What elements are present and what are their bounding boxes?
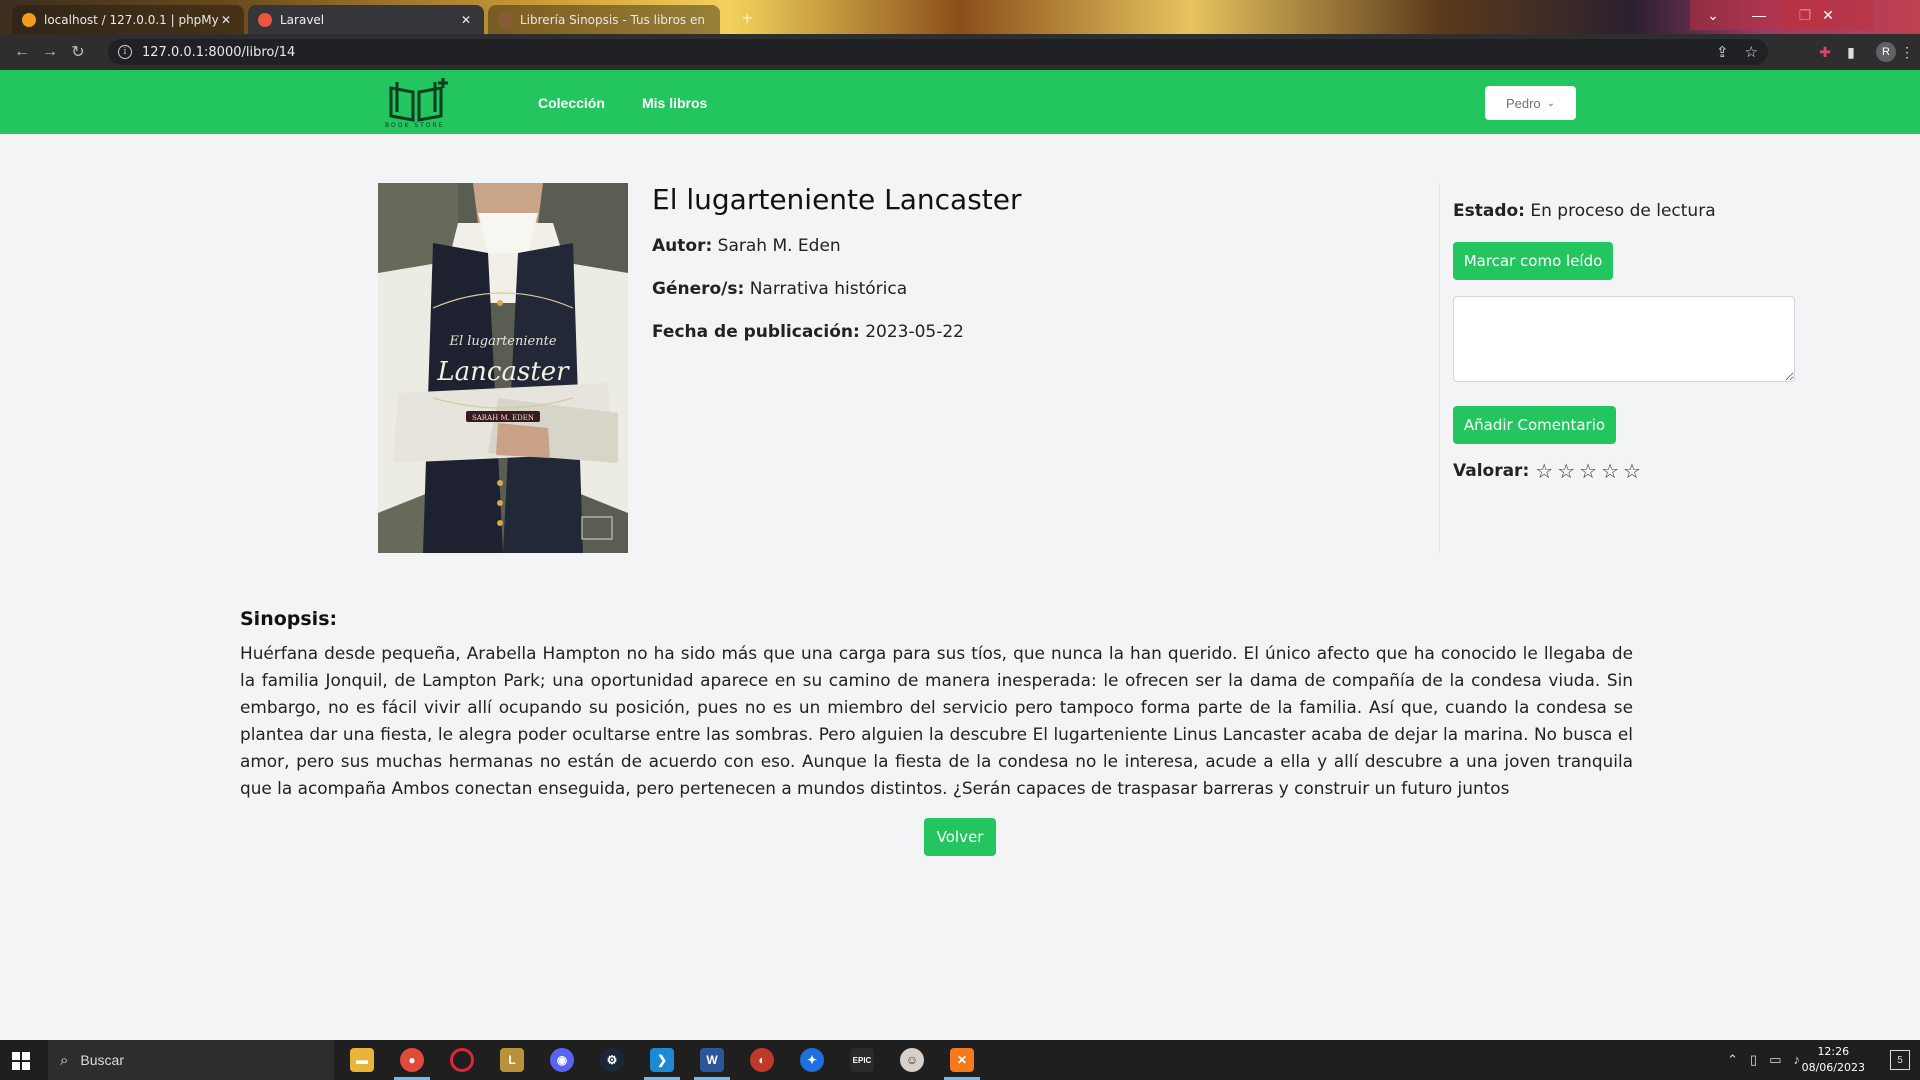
chevron-down-icon: ⌄ xyxy=(1546,97,1556,109)
book-date-row: Fecha de publicación: 2023-05-22 xyxy=(652,322,964,342)
tab-label: localhost / 127.0.0.1 | phpMyAdm xyxy=(44,12,218,27)
app-icon[interactable]: ◐ xyxy=(750,1048,774,1072)
rating-row: Valorar: ☆ ☆ ☆ ☆ ☆ xyxy=(1453,461,1641,481)
tab-label: Laravel xyxy=(280,12,325,27)
chevron-up-icon[interactable]: ⌃ xyxy=(1727,1052,1738,1068)
back-arrow-icon[interactable]: ← xyxy=(8,38,36,66)
reading-status: Estado: En proceso de lectura xyxy=(1453,201,1716,221)
book-genre-row: Género/s: Narrativa histórica xyxy=(652,279,907,299)
phpmyadmin-icon xyxy=(22,12,36,27)
author-value: Sarah M. Eden xyxy=(717,236,841,256)
minimize-icon[interactable]: — xyxy=(1736,0,1782,30)
chrome-icon[interactable]: ● xyxy=(400,1048,424,1072)
back-button[interactable]: Volver xyxy=(924,818,996,856)
status-label: Estado: xyxy=(1453,201,1525,221)
browser-tab-strip: localhost / 127.0.0.1 | phpMyAdm ✕ Larav… xyxy=(0,0,1920,34)
user-name: Pedro xyxy=(1505,95,1541,111)
opera-icon[interactable] xyxy=(450,1048,474,1072)
vscode-icon[interactable]: ❯ xyxy=(650,1048,674,1072)
device-icon[interactable]: ▯ xyxy=(1750,1052,1757,1068)
browser-toolbar: ← → ↻ i 127.0.0.1:8000/libro/14 ⇪ ☆ ✚ ▮ … xyxy=(0,34,1920,70)
status-value: En proceso de lectura xyxy=(1530,201,1716,221)
user-menu-button[interactable]: Pedro ⌄ xyxy=(1485,86,1576,120)
cover-illustration: El lugarteniente Lancaster SARAH M. EDEN xyxy=(378,183,628,553)
windows-start-icon[interactable] xyxy=(12,1052,30,1070)
tab-search-icon[interactable]: ⌄ xyxy=(1690,0,1736,30)
windows-taskbar: ⌕ Buscar ▬ ● L ◉ ⚙ ❯ W ◐ ✦ EPIC ☺ ✕ ⌃ ▯ … xyxy=(0,1040,1920,1080)
league-icon[interactable]: L xyxy=(500,1048,524,1072)
browser-menu-icon[interactable]: ⋮ xyxy=(1896,41,1918,63)
nav-link-mis-libros[interactable]: Mis libros xyxy=(642,95,707,111)
address-bar[interactable]: i 127.0.0.1:8000/libro/14 ⇪ ☆ xyxy=(108,39,1768,65)
date-label: Fecha de publicación: xyxy=(652,322,860,342)
add-comment-button[interactable]: Añadir Comentario xyxy=(1453,406,1616,444)
browser-tab-laravel[interactable]: Laravel ✕ xyxy=(248,5,484,34)
volume-icon[interactable]: ♪ xyxy=(1794,1052,1801,1068)
book-title: El lugarteniente Lancaster xyxy=(652,183,1022,216)
new-tab-icon[interactable]: + xyxy=(742,8,753,29)
share-icon[interactable]: ⇪ xyxy=(1716,43,1729,61)
reload-icon[interactable]: ↻ xyxy=(64,38,92,66)
forward-arrow-icon[interactable]: → xyxy=(36,38,64,66)
star-icon-1[interactable]: ☆ xyxy=(1535,461,1553,481)
taskbar-search[interactable]: ⌕ Buscar xyxy=(48,1040,334,1080)
bookmark-star-icon[interactable]: ☆ xyxy=(1745,43,1758,61)
libreria-icon xyxy=(498,12,512,27)
close-tab-icon[interactable]: ✕ xyxy=(218,13,234,27)
site-header: BOOK STORE Colección Mis libros Pedro ⌄ xyxy=(0,70,1920,134)
file-explorer-icon[interactable]: ▬ xyxy=(350,1048,374,1072)
cover-title-small: El lugarteniente xyxy=(448,334,556,349)
reading-sidebar: Estado: En proceso de lectura Marcar com… xyxy=(1439,183,1799,553)
star-icon-5[interactable]: ☆ xyxy=(1623,461,1641,481)
close-window-icon[interactable]: ✕ xyxy=(1782,0,1874,30)
star-icon-2[interactable]: ☆ xyxy=(1557,461,1575,481)
app-icon[interactable]: ☺ xyxy=(900,1048,924,1072)
author-label: Autor: xyxy=(652,236,713,256)
star-rating: ☆ ☆ ☆ ☆ ☆ xyxy=(1535,461,1641,481)
cover-title-big: Lancaster xyxy=(436,357,570,387)
search-icon: ⌕ xyxy=(60,1051,69,1069)
discord-icon[interactable]: ◉ xyxy=(550,1048,574,1072)
system-clock[interactable]: 12:26 08/06/2023 xyxy=(1802,1044,1865,1076)
steam-icon[interactable]: ⚙ xyxy=(600,1048,624,1072)
browser-tab-libreria[interactable]: Librería Sinopsis - Tus libros en xyxy=(488,5,720,34)
notification-icon[interactable]: 5 xyxy=(1890,1050,1910,1070)
search-placeholder: Buscar xyxy=(80,1052,124,1068)
cover-author: SARAH M. EDEN xyxy=(472,414,534,422)
star-icon-4[interactable]: ☆ xyxy=(1601,461,1619,481)
clock-time: 12:26 xyxy=(1817,1045,1850,1058)
battle-net-icon[interactable]: ✦ xyxy=(800,1048,824,1072)
clock-date: 08/06/2023 xyxy=(1801,1061,1865,1074)
url-text: 127.0.0.1:8000/libro/14 xyxy=(142,44,296,60)
epic-games-icon[interactable]: EPIC xyxy=(850,1048,874,1072)
rate-label: Valorar: xyxy=(1453,461,1530,481)
xampp-icon[interactable]: ✕ xyxy=(950,1048,974,1072)
side-panel-icon[interactable]: ▮ xyxy=(1840,41,1862,63)
extensions-puzzle-icon[interactable]: ✚ xyxy=(1814,41,1836,63)
site-info-icon[interactable]: i xyxy=(118,45,132,59)
browser-tab-phpmyadmin[interactable]: localhost / 127.0.0.1 | phpMyAdm ✕ xyxy=(12,5,244,34)
mark-as-read-button[interactable]: Marcar como leído xyxy=(1453,242,1613,280)
system-tray: ⌃ ▯ ▭ ♪ xyxy=(1727,1052,1800,1068)
genre-label: Género/s: xyxy=(652,279,745,299)
network-icon[interactable]: ▭ xyxy=(1769,1052,1781,1068)
close-tab-icon[interactable]: ✕ xyxy=(458,13,474,27)
book-cover-image: El lugarteniente Lancaster SARAH M. EDEN xyxy=(378,183,628,553)
genre-value: Narrativa histórica xyxy=(749,279,908,299)
logo-caption: BOOK STORE xyxy=(385,122,445,129)
synopsis-title: Sinopsis: xyxy=(240,608,338,630)
comment-textarea[interactable] xyxy=(1453,296,1795,382)
book-author-row: Autor: Sarah M. Eden xyxy=(652,236,841,256)
star-icon-3[interactable]: ☆ xyxy=(1579,461,1597,481)
laravel-icon xyxy=(258,12,272,27)
word-icon[interactable]: W xyxy=(700,1048,724,1072)
synopsis-text: Huérfana desde pequeña, Arabella Hampton… xyxy=(240,643,1633,798)
tab-label: Librería Sinopsis - Tus libros en xyxy=(520,12,705,27)
profile-avatar[interactable]: R xyxy=(1876,42,1896,62)
nav-link-coleccion[interactable]: Colección xyxy=(538,95,605,111)
date-value: 2023-05-22 xyxy=(865,322,964,342)
